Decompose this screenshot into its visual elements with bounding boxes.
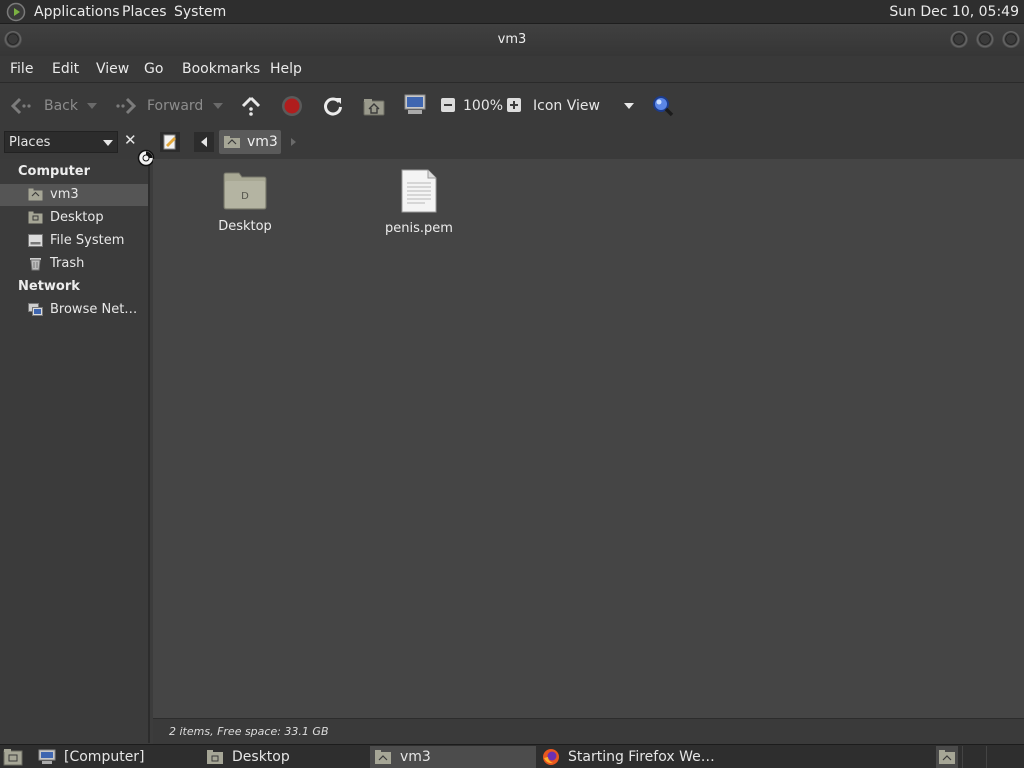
home-folder-icon: [28, 188, 43, 202]
status-text: 2 items, Free space: 33.1 GB: [169, 725, 329, 738]
file-name: Desktop: [218, 219, 272, 234]
forward-history-dropdown[interactable]: [213, 103, 223, 109]
sidebar-item-vm3[interactable]: vm3: [0, 184, 148, 206]
menu-edit[interactable]: Edit: [52, 61, 79, 77]
maximize-button[interactable]: [976, 31, 994, 49]
path-button-vm3[interactable]: vm3: [219, 130, 281, 154]
forward-arrow-icon: [114, 96, 138, 120]
toolbar: Back Forward 100% Icon View: [0, 82, 1024, 127]
places-menu[interactable]: Places: [122, 4, 167, 20]
menubar: File Edit View Go Bookmarks Help: [0, 56, 1024, 82]
clock[interactable]: Sun Dec 10, 05:49: [889, 4, 1019, 20]
back-history-dropdown[interactable]: [87, 103, 97, 109]
task-label: vm3: [400, 749, 431, 765]
desktop-folder-icon: [28, 211, 43, 225]
network-icon: [28, 303, 43, 317]
file-name: penis.pem: [385, 221, 453, 236]
show-desktop-icon[interactable]: [3, 748, 23, 768]
menu-file[interactable]: File: [10, 61, 33, 77]
chevron-down-icon: [624, 103, 634, 109]
task-label: [Computer]: [64, 749, 145, 765]
section-heading-network: Network: [18, 279, 80, 294]
back-arrow-icon: [10, 96, 34, 120]
chevron-left-icon: [201, 137, 207, 147]
home-folder-icon: [223, 135, 241, 153]
up-arrow-icon[interactable]: [240, 95, 262, 121]
edit-icon: [163, 134, 176, 150]
zoom-in-icon[interactable]: [506, 97, 522, 117]
task-desktop[interactable]: Desktop: [202, 746, 366, 768]
section-heading-computer: Computer: [18, 164, 91, 179]
task-firefox[interactable]: Starting Firefox We…: [538, 746, 715, 768]
computer-icon: [38, 749, 56, 768]
forward-label: Forward: [147, 98, 204, 114]
sidebar-item-label: vm3: [50, 187, 79, 202]
sidebar-item-desktop[interactable]: Desktop: [0, 207, 148, 229]
sidebar-item-label: File System: [50, 233, 125, 248]
sidebar-item-file-system[interactable]: File System: [0, 230, 148, 252]
task-label: Desktop: [232, 749, 290, 765]
window-titlebar[interactable]: vm3: [0, 24, 1024, 56]
close-sidebar-icon[interactable]: ✕: [124, 131, 137, 149]
menu-go[interactable]: Go: [144, 61, 163, 77]
toggle-location-entry-button[interactable]: [160, 132, 180, 152]
sidebar-selector-label: Places: [9, 135, 51, 150]
window-title: vm3: [497, 32, 527, 47]
view-mode-select[interactable]: Icon View: [530, 93, 638, 119]
zoom-out-icon[interactable]: [440, 97, 456, 117]
home-folder-icon: [939, 750, 955, 764]
chevron-down-icon: [103, 140, 113, 146]
path-label: vm3: [247, 134, 278, 150]
task-label: Starting Firefox We…: [568, 749, 715, 765]
taskbar: [Computer] Desktop vm3 Starting Firefox …: [0, 744, 1024, 768]
forward-button[interactable]: Forward: [112, 93, 208, 119]
menu-view[interactable]: View: [96, 61, 129, 77]
close-button[interactable]: [1002, 31, 1020, 49]
menu-bookmarks[interactable]: Bookmarks: [182, 61, 260, 77]
search-icon[interactable]: [651, 94, 675, 122]
minimize-button[interactable]: [950, 31, 968, 49]
gnome-foot-icon[interactable]: [6, 2, 26, 26]
zoom-level[interactable]: 100%: [463, 98, 503, 114]
stop-icon[interactable]: [281, 95, 303, 121]
sidebar-item-label: Browse Net…: [50, 302, 138, 317]
path-scroll-left-button[interactable]: [194, 132, 214, 152]
applications-menu[interactable]: Applications: [34, 4, 120, 20]
trash-icon: [28, 257, 43, 271]
top-panel: Applications Places System Sun Dec 10, 0…: [0, 0, 1024, 24]
workspace-switcher[interactable]: [936, 746, 958, 768]
sidebar-item-label: Trash: [50, 256, 85, 271]
home-icon[interactable]: [363, 96, 385, 120]
view-mode-value: Icon View: [533, 98, 600, 114]
sidebar-item-browse-network[interactable]: Browse Net…: [0, 299, 148, 321]
task-computer[interactable]: [Computer]: [34, 746, 198, 768]
workspace-3[interactable]: [986, 746, 1008, 768]
sidebar-item-label: Desktop: [50, 210, 104, 225]
file-item-penis-pem[interactable]: penis.pem: [359, 169, 479, 236]
svg-text:D: D: [241, 191, 249, 202]
status-bar: 2 items, Free space: 33.1 GB: [153, 718, 1024, 744]
folder-icon: [206, 749, 224, 768]
sidebar-item-trash[interactable]: Trash: [0, 253, 148, 275]
sidebar-selector[interactable]: Places: [4, 131, 118, 153]
folder-icon: D: [222, 169, 268, 215]
firefox-icon: [542, 748, 560, 768]
path-scroll-right-button[interactable]: [286, 132, 300, 156]
file-item-desktop[interactable]: D Desktop: [185, 169, 305, 234]
menu-help[interactable]: Help: [270, 61, 302, 77]
back-label: Back: [44, 98, 78, 114]
computer-icon[interactable]: [403, 94, 427, 120]
places-sidebar: Computer vm3 Desktop File System Trash N…: [0, 159, 150, 743]
drive-icon: [28, 234, 43, 248]
home-folder-icon: [374, 749, 392, 768]
system-menu[interactable]: System: [174, 4, 226, 20]
reload-icon[interactable]: [322, 95, 344, 121]
workspace-2[interactable]: [962, 746, 984, 768]
document-icon: [399, 169, 439, 217]
task-vm3[interactable]: vm3: [370, 746, 536, 768]
chevron-right-icon: [291, 138, 296, 146]
file-view[interactable]: D Desktop penis.pem: [153, 159, 1024, 718]
